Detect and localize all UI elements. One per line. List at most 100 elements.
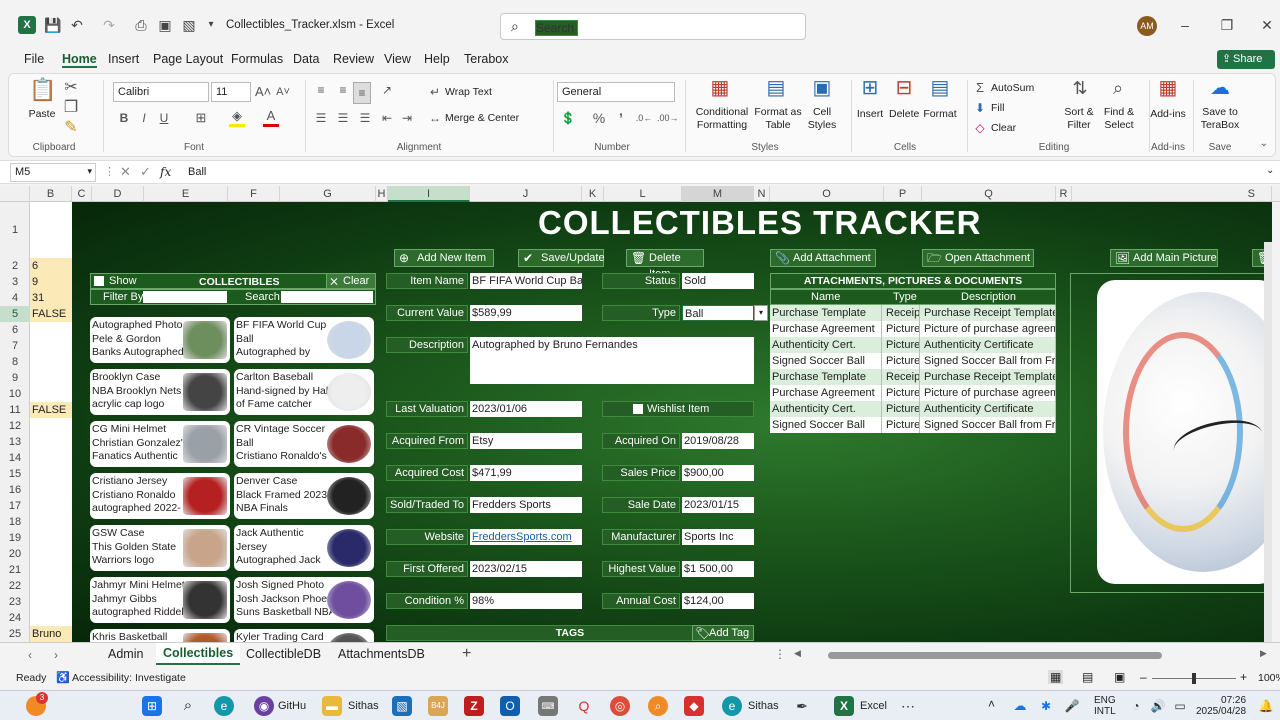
vertical-scrollbar[interactable] [1264, 242, 1272, 642]
type-field[interactable]: Ball [682, 305, 754, 321]
next-sheet-icon[interactable]: › [54, 648, 58, 662]
collectible-card[interactable]: Autographed Photo Pele & Gordon Banks Auto… [90, 317, 230, 363]
excel-taskbar-icon[interactable]: X [834, 696, 854, 716]
search-input[interactable] [281, 291, 373, 303]
magnifier-icon[interactable]: ⌕ [648, 696, 668, 716]
minimize-icon[interactable]: – [1176, 16, 1194, 34]
description-field[interactable]: Autographed by Bruno Fernandes [470, 337, 754, 384]
row-header[interactable]: 15 [0, 466, 30, 482]
microphone-icon[interactable]: 🎤 [1062, 696, 1082, 716]
collectible-card[interactable]: Cristiano Jersey Cristiano Ronaldo autogra… [90, 473, 230, 519]
edge-profile-label[interactable]: Sithas [748, 700, 779, 712]
row-header[interactable]: 22 [0, 578, 30, 594]
autosum-button[interactable]: AutoSum [991, 82, 1034, 95]
accessibility-icon[interactable]: ♿ [56, 671, 70, 684]
col-header[interactable]: S [1072, 186, 1272, 202]
file-explorer-icon[interactable]: ▬ [322, 696, 342, 716]
attachment-row[interactable]: Signed Soccer Ball Picture Signed Soccer B… [770, 417, 1056, 433]
orientation-icon[interactable]: ↗ [377, 80, 397, 100]
share-button[interactable]: ⇪ Share [1217, 50, 1275, 69]
condition-field[interactable]: 98% [470, 593, 582, 609]
more-apps-icon[interactable]: ⋯ [898, 696, 918, 716]
windows-start-icon[interactable]: ⊞ [142, 696, 162, 716]
notification-app-icon[interactable]: 3 [26, 692, 48, 716]
col-header[interactable]: Q [922, 186, 1056, 202]
attachment-row[interactable]: Purchase Template Receipt Purchase Receipt… [770, 369, 1056, 385]
acquired-from-field[interactable]: Etsy [470, 433, 582, 449]
row-header[interactable]: 8 [0, 354, 30, 370]
cell-b11[interactable]: FALSE [30, 402, 72, 418]
save-icon[interactable]: 💾 [44, 16, 62, 34]
wishlist-box[interactable]: Wishlist Item [602, 401, 754, 417]
wrap-text-icon[interactable]: ↵ [427, 82, 443, 102]
col-header[interactable]: M [682, 186, 754, 202]
row-header[interactable]: 18 [0, 514, 30, 530]
decrease-font-icon[interactable]: A˅ [275, 82, 291, 102]
col-header[interactable]: J [470, 186, 582, 202]
col-header[interactable]: B [30, 186, 72, 202]
attachment-row[interactable]: Authenticity Cert. Picture Authenticity Ce… [770, 337, 1056, 353]
accessibility-status[interactable]: Accessibility: Investigate [72, 672, 186, 684]
current-value-field[interactable]: $589,99 [470, 305, 582, 321]
menu-insert[interactable]: Insert [108, 52, 139, 66]
sale-date-field[interactable]: 2023/01/15 [682, 497, 754, 513]
battery-icon[interactable]: ▭ [1170, 696, 1190, 716]
manufacturer-field[interactable]: Sports Inc [682, 529, 754, 545]
notification-bell-icon[interactable]: 🔔 [1256, 696, 1276, 716]
increase-font-icon[interactable]: A˄ [255, 82, 271, 102]
edge-icon[interactable]: e [214, 696, 234, 716]
attachment-row[interactable]: Purchase Template Receipt Purchase Receipt… [770, 305, 1056, 321]
page-layout-view-icon[interactable]: ▤ [1082, 670, 1093, 684]
col-header[interactable]: G [280, 186, 376, 202]
paste-icon[interactable]: 📋 [29, 79, 56, 108]
col-header[interactable]: R [1056, 186, 1072, 202]
zoom-level[interactable]: 100% [1258, 672, 1280, 684]
attachment-row[interactable]: Authenticity Cert. Picture Authenticity Ce… [770, 401, 1056, 417]
row-header[interactable]: 3 [0, 274, 30, 290]
search-box[interactable]: ⌕ Search [500, 13, 806, 40]
quickbooks-icon[interactable]: Q [574, 696, 594, 716]
italic-icon[interactable]: I [137, 108, 151, 128]
annual-cost-field[interactable]: $124,00 [682, 593, 754, 609]
clear-icon[interactable]: ◇ [973, 118, 987, 138]
github-label[interactable]: GitHu [278, 700, 306, 712]
normal-view-icon[interactable]: ▦ [1048, 670, 1064, 684]
row-header[interactable]: 14 [0, 450, 30, 466]
menu-file[interactable]: File [24, 52, 44, 66]
row-header[interactable]: 23 [0, 594, 30, 610]
main-picture[interactable] [1097, 280, 1272, 584]
first-offered-field[interactable]: 2023/02/15 [470, 561, 582, 577]
insert-cells-icon[interactable]: ⊞ [857, 78, 883, 98]
row-header[interactable]: 9 [0, 370, 30, 386]
open-attachment-button[interactable]: 🗁 Open Attachment [922, 249, 1034, 267]
collectible-card[interactable]: CG Mini Helmet Christian Gonzalez's Fanati… [90, 421, 230, 467]
find-select-button[interactable]: Find & Select [1099, 106, 1139, 132]
row-header[interactable]: 5 [0, 306, 30, 322]
row-header[interactable]: 7 [0, 338, 30, 354]
col-header[interactable]: D [92, 186, 144, 202]
website-link[interactable]: FreddersSports.com [470, 529, 582, 545]
collectible-card[interactable]: Khris Basketball [90, 629, 230, 642]
cut-icon[interactable]: ✂ [63, 78, 79, 98]
bold-icon[interactable]: B [117, 108, 131, 128]
collectible-card[interactable]: CR Vintage Soccer Ball Cristiano Ronaldo's [234, 421, 374, 467]
conditional-formatting-icon[interactable]: ▦ [707, 78, 733, 98]
excel-taskbar-label[interactable]: Excel [860, 700, 887, 712]
avatar[interactable]: AM [1137, 16, 1157, 36]
save-update-button[interactable]: ✔ Save/Update [518, 249, 605, 267]
tab-admin[interactable]: Admin [108, 647, 143, 661]
horizontal-scrollbar[interactable] [828, 652, 1162, 659]
autosum-icon[interactable]: Σ [973, 78, 987, 98]
formula-content[interactable]: Ball [188, 166, 206, 178]
github-icon[interactable]: ◉ [254, 696, 274, 716]
redo-icon[interactable]: ↷ [100, 16, 118, 34]
type-dropdown-arrow-icon[interactable]: ▾ [754, 305, 768, 321]
underline-icon[interactable]: U [157, 108, 171, 128]
collectible-card[interactable]: Kyler Trading Card [234, 629, 374, 642]
add-ins-icon[interactable]: ▦ [1155, 78, 1181, 98]
cell-b2[interactable]: 6 [30, 258, 72, 274]
wishlist-checkbox[interactable] [633, 404, 643, 414]
format-as-table-button[interactable]: Format as Table [753, 106, 803, 132]
row-header[interactable]: 13 [0, 434, 30, 450]
zoom-slider[interactable] [1152, 673, 1236, 684]
